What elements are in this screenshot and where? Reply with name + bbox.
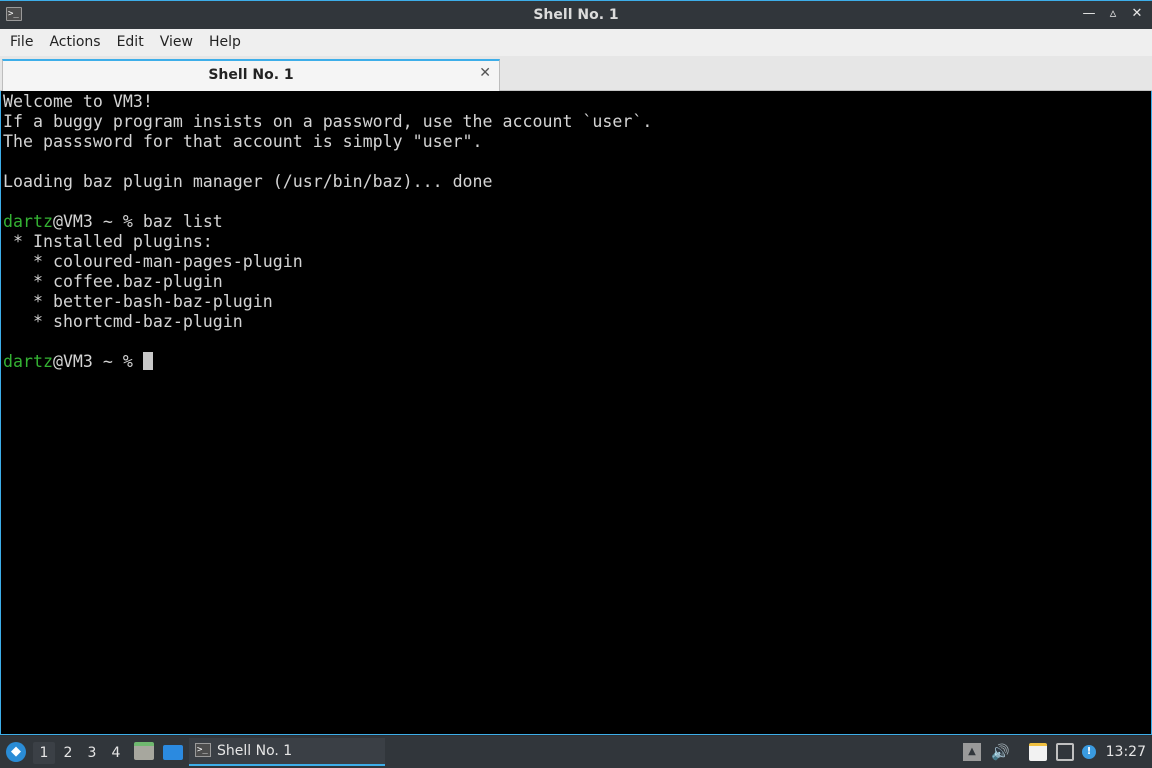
close-icon[interactable]: ✕	[1128, 5, 1146, 23]
taskbar: ◆ 1 2 3 4 >_ Shell No. 1 ▲ 🔊 ! 13:27	[0, 736, 1152, 768]
terminal-icon: >_	[195, 743, 211, 757]
prompt-user: dartz	[3, 352, 53, 371]
terminal-line: * better-bash-baz-plugin	[3, 292, 1151, 312]
clock[interactable]: 13:27	[1106, 744, 1146, 760]
output-text: * coffee.baz-plugin	[3, 272, 223, 291]
menu-view[interactable]: View	[152, 29, 201, 56]
prompt-user: dartz	[3, 212, 53, 231]
terminal-line: If a buggy program insists on a password…	[3, 112, 1151, 132]
menu-actions[interactable]: Actions	[41, 29, 108, 56]
desktop-4-button[interactable]: 4	[105, 742, 127, 764]
tab-shell-1[interactable]: Shell No. 1 ✕	[2, 59, 500, 91]
restore-icon[interactable]: ▵	[1104, 5, 1122, 23]
terminal-line: Welcome to VM3!	[3, 92, 1151, 112]
prompt-host: @VM3 ~ %	[52, 212, 143, 231]
task-button-shell[interactable]: >_ Shell No. 1	[189, 738, 385, 766]
desktop-2-button[interactable]: 2	[57, 742, 79, 764]
window-title: Shell No. 1	[533, 7, 619, 23]
text-cursor	[142, 352, 153, 370]
volume-icon[interactable]: 🔊	[991, 743, 1010, 761]
update-notifier-icon[interactable]: !	[1082, 745, 1096, 759]
menu-file[interactable]: File	[2, 29, 41, 56]
output-text: * better-bash-baz-plugin	[3, 292, 273, 311]
terminal-line: dartz@VM3 ~ %	[3, 352, 1151, 372]
terminal-line: dartz@VM3 ~ % baz list	[3, 212, 1151, 232]
application-menu-icon[interactable]: ◆	[6, 742, 26, 762]
tab-close-icon[interactable]: ✕	[479, 65, 491, 81]
tray-arrow-icon[interactable]: ▲	[963, 743, 981, 761]
window-titlebar[interactable]: >_ Shell No. 1 — ▵ ✕	[0, 0, 1152, 29]
desktop-1-button[interactable]: 1	[33, 742, 55, 764]
output-text: * coloured-man-pages-plugin	[3, 252, 303, 271]
terminal-line: * coffee.baz-plugin	[3, 272, 1151, 292]
desktop-3-button[interactable]: 3	[81, 742, 103, 764]
tab-label: Shell No. 1	[208, 67, 294, 83]
output-text: * shortcmd-baz-plugin	[3, 312, 243, 331]
terminal-line: * shortcmd-baz-plugin	[3, 312, 1151, 332]
menu-edit[interactable]: Edit	[109, 29, 152, 56]
terminal-line: * coloured-man-pages-plugin	[3, 252, 1151, 272]
task-button-label: Shell No. 1	[217, 743, 293, 759]
output-text: Welcome to VM3!	[3, 92, 153, 111]
output-text: The passsword for that account is simply…	[3, 132, 483, 151]
prompt-host: @VM3 ~ %	[52, 352, 143, 371]
terminal-line: Loading baz plugin manager (/usr/bin/baz…	[3, 172, 1151, 192]
clipboard-icon[interactable]	[1029, 743, 1047, 761]
command-text: baz list	[142, 212, 223, 231]
output-text: * Installed plugins:	[3, 232, 213, 251]
network-icon[interactable]	[1056, 743, 1074, 761]
terminal-line: The passsword for that account is simply…	[3, 132, 1151, 152]
output-text: If a buggy program insists on a password…	[3, 112, 653, 131]
file-manager-icon[interactable]	[134, 742, 154, 760]
tab-bar: Shell No. 1 ✕	[0, 56, 1152, 91]
show-desktop-icon[interactable]	[163, 745, 183, 760]
menu-help[interactable]: Help	[201, 29, 249, 56]
terminal-output[interactable]: Welcome to VM3! If a buggy program insist…	[0, 91, 1152, 735]
output-text: Loading baz plugin manager (/usr/bin/baz…	[3, 172, 493, 191]
menu-bar: File Actions Edit View Help	[0, 29, 1152, 56]
terminal-line: * Installed plugins:	[3, 232, 1151, 252]
minimize-icon[interactable]: —	[1080, 5, 1098, 23]
window-controls: — ▵ ✕	[1080, 5, 1146, 23]
